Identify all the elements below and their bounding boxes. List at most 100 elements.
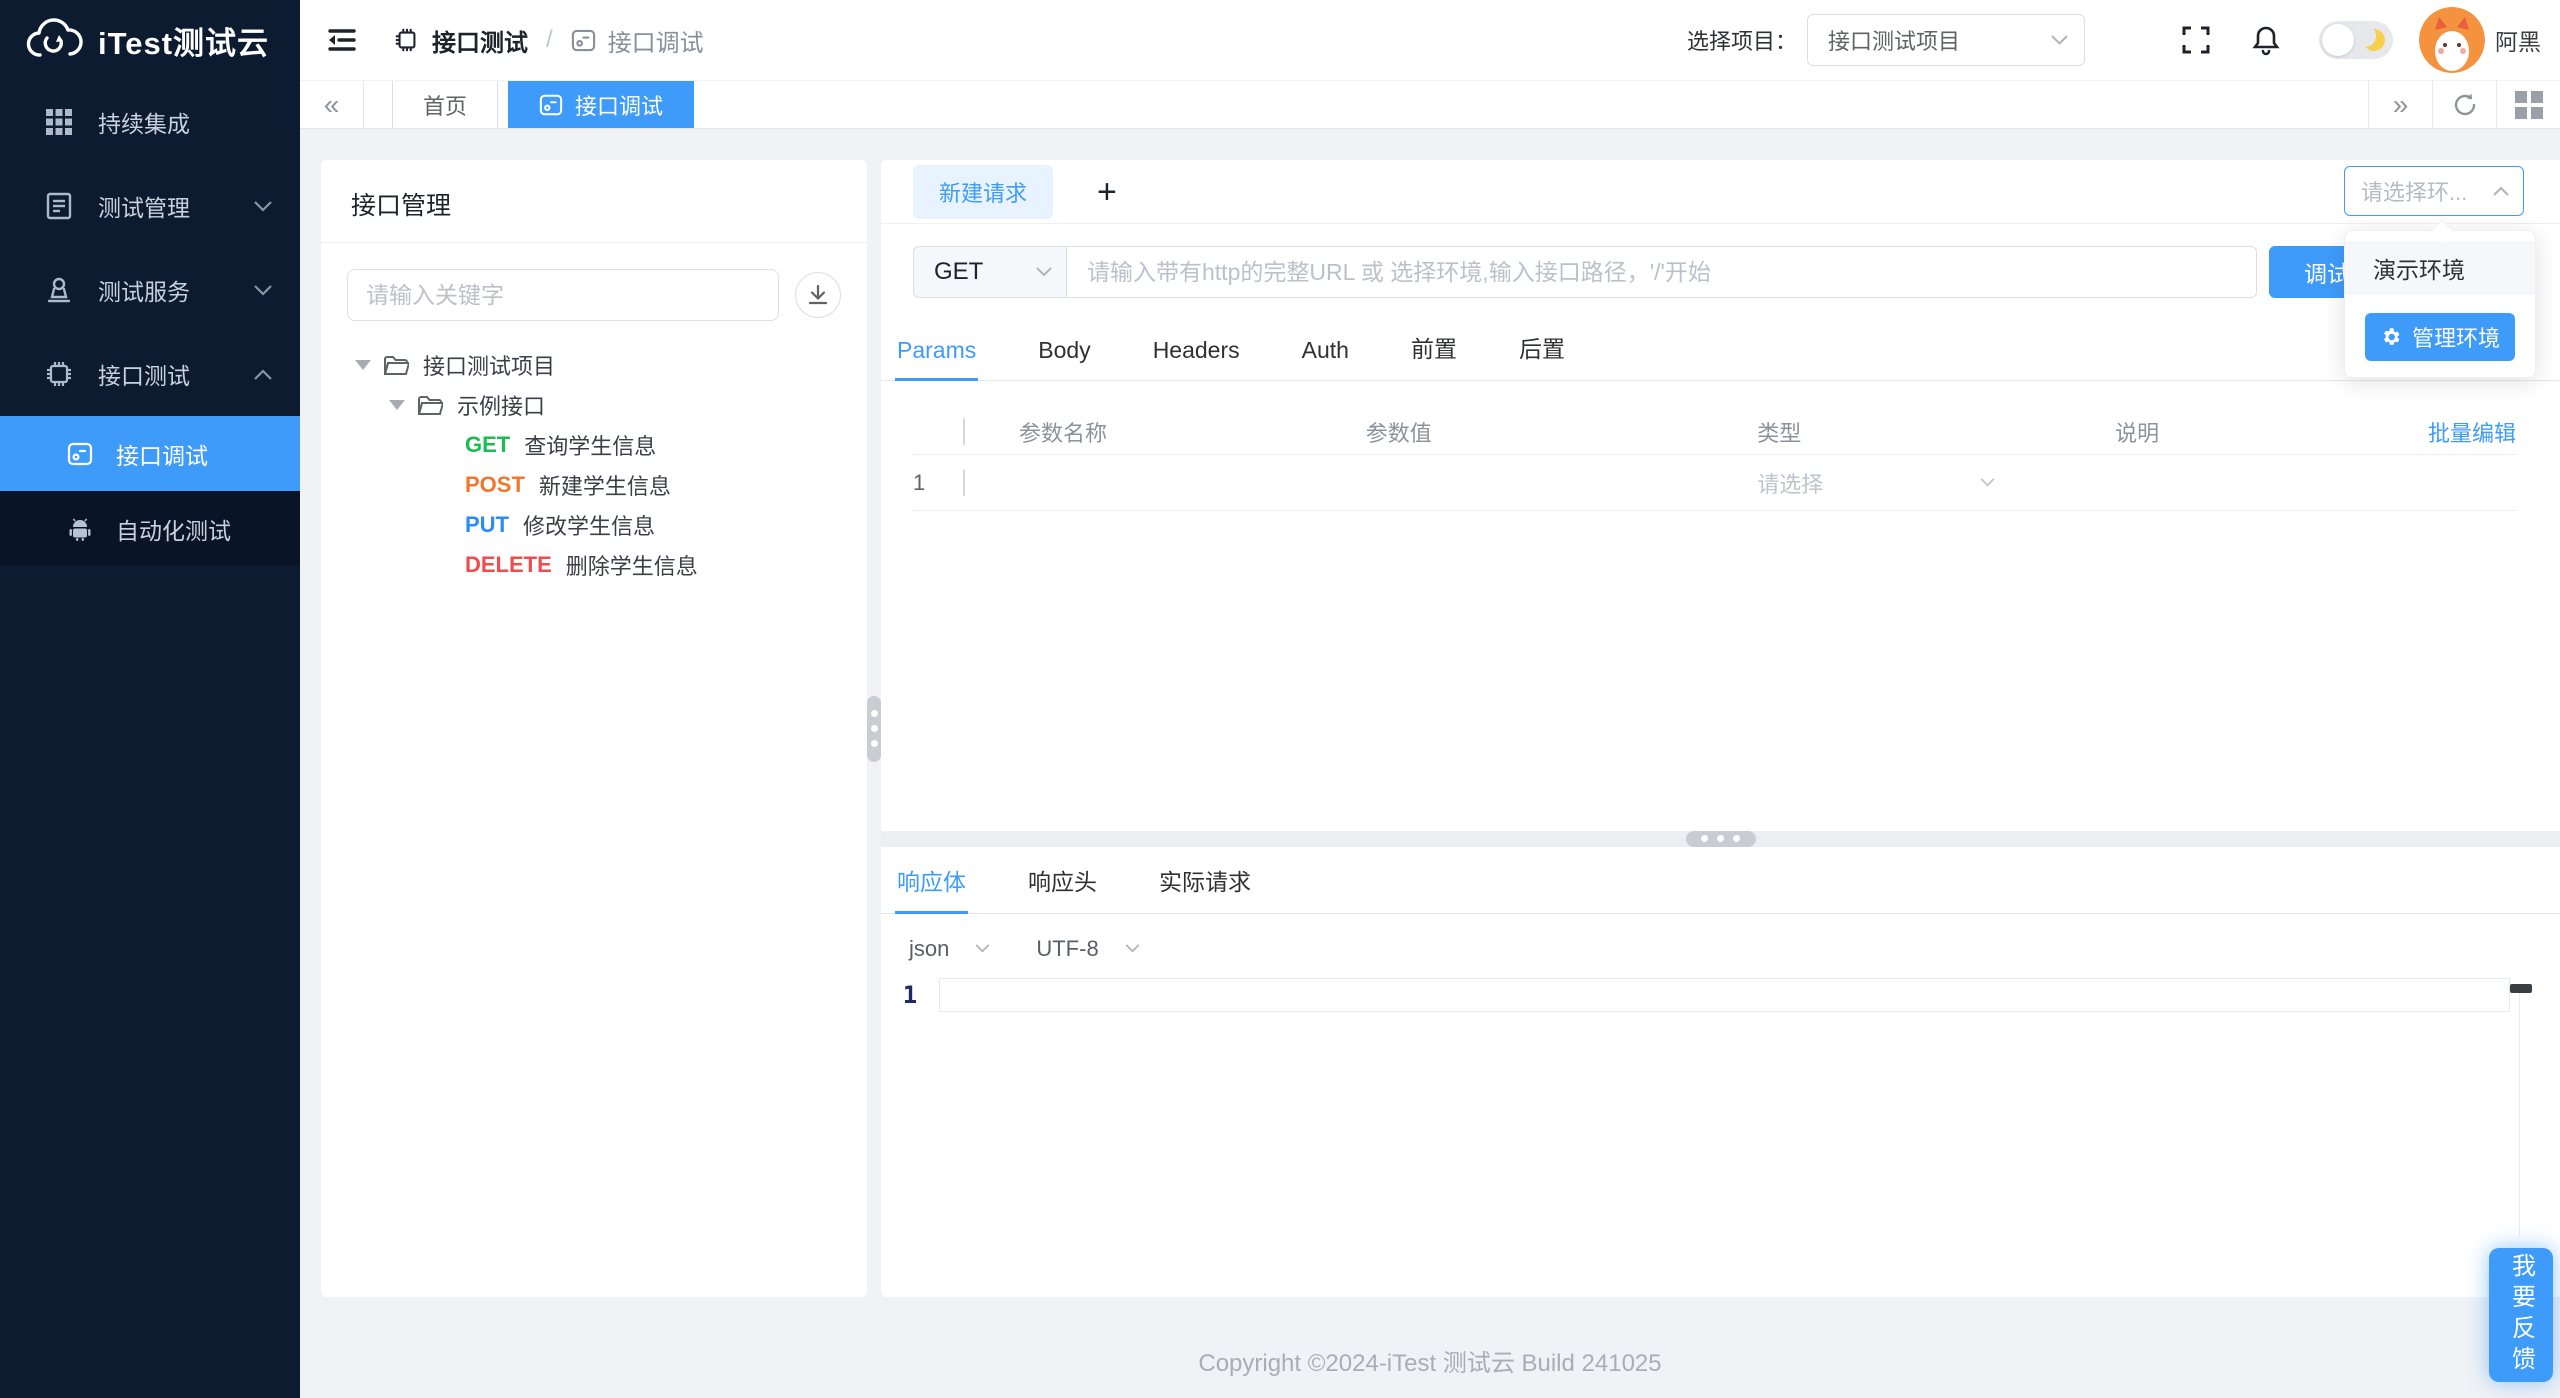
header-actions: 选择项目： 接口测试项目 阿黑: [1687, 7, 2541, 73]
caret-down-icon[interactable]: [389, 400, 405, 410]
response-editor[interactable]: 1: [881, 977, 2560, 1298]
env-option-demo[interactable]: 演示环境: [2345, 241, 2535, 295]
splitter-handle[interactable]: [867, 695, 881, 762]
row-checkbox[interactable]: [963, 468, 965, 496]
method-badge-delete: DELETE: [465, 552, 552, 577]
splitter-handle[interactable]: [1685, 830, 1756, 847]
tree-api-put[interactable]: PUT 修改学生信息: [355, 505, 867, 545]
tab-response-body[interactable]: 响应体: [895, 857, 968, 914]
api-name: 新建学生信息: [538, 474, 671, 499]
col-param-desc: 说明: [2115, 420, 2160, 446]
tab-response-headers[interactable]: 响应头: [1026, 857, 1099, 913]
bell-icon[interactable]: [2251, 24, 2281, 56]
tabstrip-spacer: [694, 81, 2368, 128]
feedback-button[interactable]: 我要反馈: [2489, 1248, 2553, 1382]
request-tab-new[interactable]: 新建请求: [913, 164, 1054, 219]
project-select-label: 选择项目：: [1686, 29, 1797, 54]
api-debug-icon: [66, 440, 94, 468]
encoding-select[interactable]: UTF-8: [1036, 936, 1140, 962]
tab-api-debug[interactable]: 接口调试: [508, 81, 695, 128]
col-param-type: 类型: [1757, 420, 1802, 446]
api-search-input[interactable]: [347, 269, 779, 321]
chip-icon: [44, 359, 74, 389]
breadcrumb-level1[interactable]: 接口测试: [432, 23, 528, 58]
chevron-up-icon: [2493, 186, 2509, 196]
params-table-row: 1 请选择: [913, 455, 2516, 511]
tab-headers[interactable]: Headers: [1151, 331, 1242, 380]
method-badge-get: GET: [465, 432, 511, 457]
tab-actual-request[interactable]: 实际请求: [1157, 857, 1253, 913]
tab-body[interactable]: Body: [1036, 331, 1092, 380]
editor-current-line[interactable]: [939, 977, 2510, 1012]
tab-home[interactable]: 首页: [392, 81, 499, 128]
param-type-select[interactable]: 请选择: [1757, 467, 2115, 499]
sidebar-item-test-service[interactable]: 测试服务: [0, 248, 300, 332]
horizontal-splitter[interactable]: [881, 830, 2560, 847]
tab-params[interactable]: Params: [895, 331, 979, 381]
editor-scrollbar-handle[interactable]: [2510, 983, 2532, 993]
tree-api-delete[interactable]: DELETE 删除学生信息: [355, 545, 867, 585]
tab-pre-script[interactable]: 前置: [1409, 324, 1459, 380]
vertical-splitter[interactable]: [867, 160, 881, 1297]
moon-icon: [2363, 29, 2385, 51]
request-config-tabs: Params Body Headers Auth 前置 后置: [881, 324, 2560, 381]
folder-icon: [383, 354, 409, 376]
tree-api-post[interactable]: POST 新建学生信息: [355, 465, 867, 505]
chevron-down-icon: [254, 200, 272, 212]
import-download-button[interactable]: [795, 272, 841, 318]
chevron-down-icon: [1125, 944, 1140, 953]
toggle-knob: [2322, 24, 2354, 56]
env-dropdown-popup: 演示环境 管理环境: [2344, 230, 2536, 378]
chevron-up-icon: [254, 368, 272, 380]
theme-toggle[interactable]: [2319, 21, 2393, 59]
params-table: 参数名称 参数值 类型 说明 批量编辑 1 请选择: [913, 409, 2516, 511]
tabs-scroll-right-icon[interactable]: »: [2368, 81, 2432, 128]
add-request-button[interactable]: +: [1097, 175, 1117, 209]
url-input[interactable]: [1067, 246, 2257, 298]
project-select-value: 接口测试项目: [1828, 29, 1961, 54]
username[interactable]: 阿黑: [2495, 23, 2541, 57]
tree-api-get[interactable]: GET 查询学生信息: [355, 425, 867, 465]
content-area: 接口管理 请输入关键字 接口测试项目 示例接口 GET 查询学生信息 POST …: [300, 129, 2560, 1398]
method-select[interactable]: GET: [913, 246, 1067, 298]
project-select[interactable]: 接口测试项目: [1807, 14, 2085, 66]
avatar[interactable]: [2419, 7, 2485, 73]
refresh-icon[interactable]: [2432, 81, 2496, 128]
env-select[interactable]: 请选择环...: [2344, 166, 2524, 216]
chevron-down-icon: [1980, 478, 1995, 487]
format-select[interactable]: json: [909, 936, 990, 962]
tree-node-project[interactable]: 接口测试项目: [355, 345, 867, 385]
response-tabs: 响应体 响应头 实际请求: [881, 857, 2560, 914]
sidebar-subitem-auto-test[interactable]: 自动化测试: [0, 491, 300, 566]
tree-node-folder[interactable]: 示例接口: [355, 385, 867, 425]
feedback-label: 我要反馈: [2507, 1253, 2535, 1377]
manage-env-button[interactable]: 管理环境: [2365, 313, 2515, 361]
request-panel: 新建请求 + 请选择环... 演示环境 管理环境 GET 请输入带有http的完…: [881, 160, 2560, 1297]
layout-grid-icon[interactable]: [2496, 81, 2560, 128]
tabs-scroll-left-icon[interactable]: «: [300, 81, 364, 128]
breadcrumb-level2[interactable]: 接口调试: [608, 23, 704, 58]
editor-line: 1: [881, 977, 2560, 1012]
sidebar-item-api-test[interactable]: 接口测试: [0, 332, 300, 416]
tab-post-script[interactable]: 后置: [1517, 324, 1567, 380]
sidebar-item-label: 持续集成: [98, 111, 190, 137]
sidebar-item-ci[interactable]: 持续集成: [0, 80, 300, 164]
sidebar-item-test-mgmt[interactable]: 测试管理: [0, 164, 300, 248]
chevron-down-icon: [2051, 35, 2068, 45]
caret-down-icon[interactable]: [355, 360, 371, 370]
method-badge-post: POST: [465, 472, 525, 497]
bulk-edit-link[interactable]: 批量编辑: [2406, 416, 2516, 448]
sidebar-subitem-api-debug[interactable]: 接口调试: [0, 416, 300, 491]
breadcrumb: 接口测试 / 接口调试: [394, 23, 704, 58]
select-all-checkbox[interactable]: [963, 417, 965, 445]
chevron-down-icon: [975, 944, 990, 953]
brand[interactable]: iTest测试云: [0, 0, 300, 80]
manage-env-label: 管理环境: [2411, 326, 2500, 351]
fullscreen-icon[interactable]: [2181, 25, 2211, 55]
tab-auth[interactable]: Auth: [1300, 331, 1351, 380]
panel-spacer: [881, 511, 2560, 831]
sidebar-item-label: 测试服务: [98, 279, 190, 305]
api-name: 修改学生信息: [523, 514, 656, 539]
menu-fold-icon[interactable]: [326, 23, 360, 57]
chip-icon: [394, 27, 420, 53]
